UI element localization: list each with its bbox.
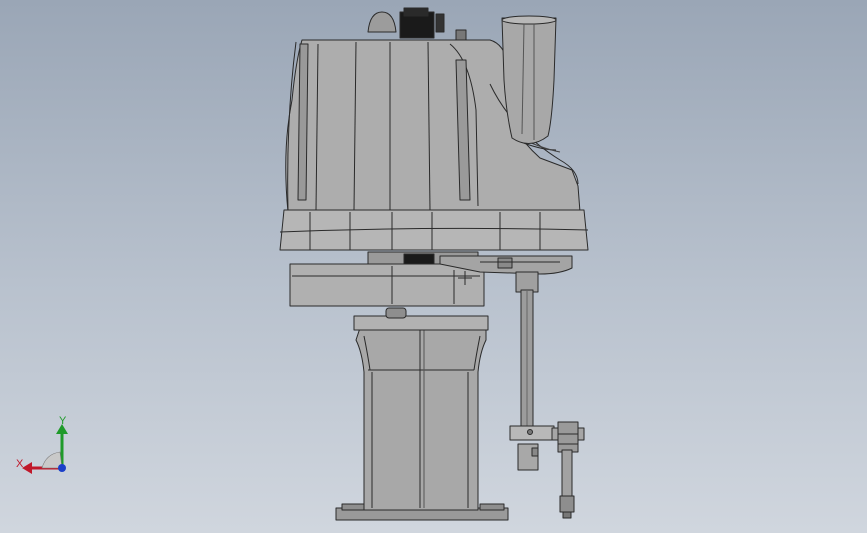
cable-duct-tube bbox=[501, 15, 557, 144]
ball-screw-shaft bbox=[509, 271, 555, 471]
base-column bbox=[353, 307, 489, 511]
y-axis-label: Y bbox=[59, 415, 67, 427]
x-axis-label: X bbox=[16, 458, 24, 470]
end-effector-tool bbox=[551, 421, 585, 519]
scara-robot-model[interactable] bbox=[0, 0, 867, 533]
graphics-viewport[interactable]: X Y bbox=[0, 0, 867, 533]
coordinate-triad: X Y bbox=[12, 412, 76, 482]
casing-collar bbox=[279, 209, 589, 251]
axis-triad-icon bbox=[22, 424, 68, 474]
top-connectors bbox=[367, 7, 467, 41]
